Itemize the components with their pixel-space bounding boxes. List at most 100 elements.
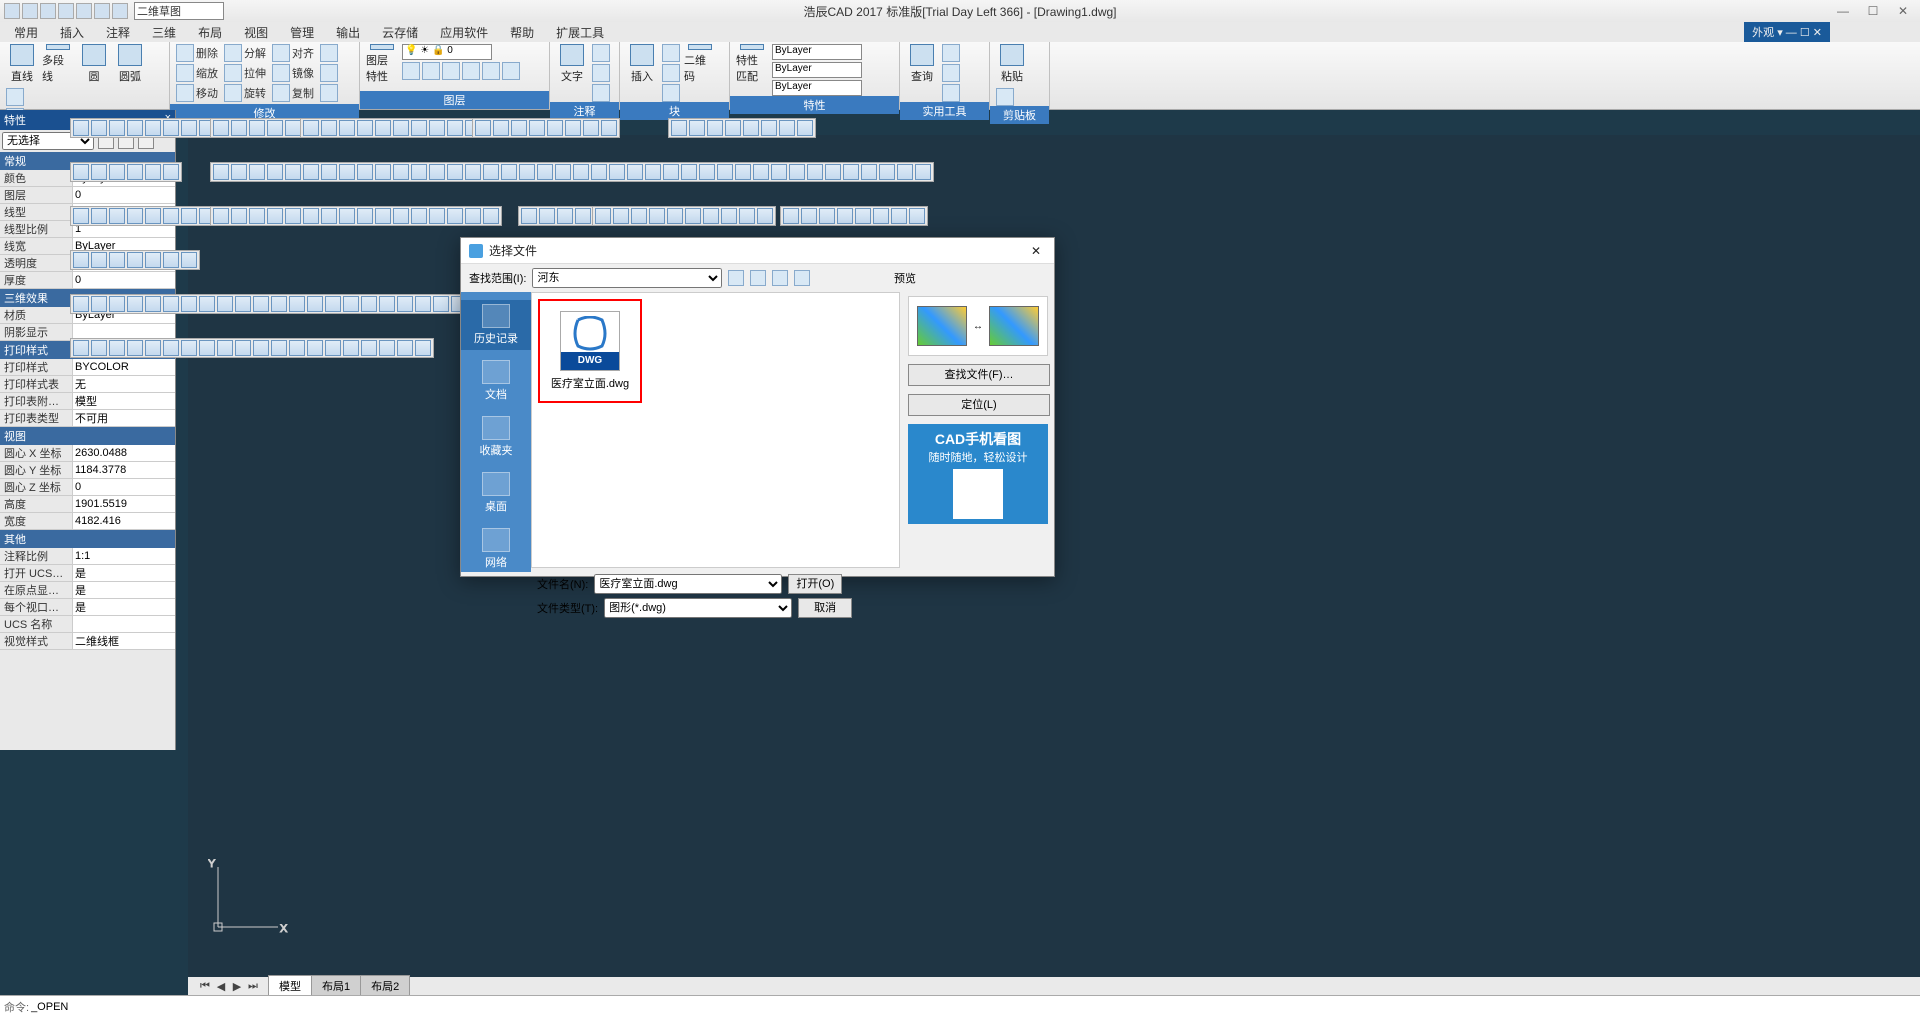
cancel-button[interactable]: 取消 [798, 598, 852, 618]
menu-item[interactable]: 常用 [6, 24, 46, 41]
toolbar-icon[interactable] [761, 120, 777, 136]
lineweight-dropdown[interactable]: ByLayer [772, 80, 862, 96]
menu-item[interactable]: 视图 [236, 24, 276, 41]
toolbar-icon[interactable] [627, 164, 643, 180]
layout-tab[interactable]: 布局2 [360, 975, 410, 997]
toolbar-icon[interactable] [303, 164, 319, 180]
toolbar-icon[interactable] [213, 164, 229, 180]
floating-toolbar[interactable] [70, 338, 434, 358]
toolbar-icon[interactable] [109, 120, 125, 136]
workspace-dropdown[interactable]: 二维草图 [134, 2, 224, 20]
property-value[interactable] [72, 616, 175, 632]
toolbar-icon[interactable] [393, 120, 409, 136]
toolbar-icon[interactable] [663, 164, 679, 180]
property-value[interactable]: 二维线框 [72, 633, 175, 649]
toolbar-icon[interactable] [199, 340, 215, 356]
toolbar-icon[interactable] [271, 340, 287, 356]
menu-item[interactable]: 输出 [328, 24, 368, 41]
query-button[interactable]: 查询 [906, 44, 938, 84]
insert-button[interactable]: 插入 [626, 44, 658, 84]
view-icon[interactable] [794, 270, 810, 286]
toolbar-icon[interactable] [429, 164, 445, 180]
toolbar-icon[interactable] [231, 208, 247, 224]
toolbar-icon[interactable] [163, 164, 179, 180]
toolbar-icon[interactable] [145, 296, 161, 312]
command-input[interactable]: _OPEN [31, 1001, 68, 1013]
linetype-dropdown[interactable]: ByLayer [772, 62, 862, 78]
toolbar-icon[interactable] [519, 164, 535, 180]
property-value[interactable]: 无 [72, 376, 175, 392]
toolbar-icon[interactable] [547, 120, 563, 136]
toolbar-icon[interactable] [645, 164, 661, 180]
property-value[interactable]: 不可用 [72, 410, 175, 426]
toolbar-icon[interactable] [181, 340, 197, 356]
toolbar-icon[interactable] [493, 120, 509, 136]
close-icon[interactable]: ✕ [1890, 4, 1916, 18]
toolbar-icon[interactable] [837, 208, 853, 224]
toolbar-icon[interactable] [267, 164, 283, 180]
toolbar-icon[interactable] [819, 208, 835, 224]
toolbar-icon[interactable] [483, 208, 499, 224]
toolbar-icon[interactable] [231, 164, 247, 180]
color-dropdown[interactable]: ByLayer [772, 44, 862, 60]
floating-toolbar[interactable] [210, 206, 502, 226]
property-value[interactable]: 0 [72, 272, 175, 288]
toolbar-icon[interactable] [163, 120, 179, 136]
ad-banner[interactable]: CAD手机看图 随时随地，轻松设计 [908, 424, 1048, 524]
toolbar-icon[interactable] [91, 208, 107, 224]
toolbar-icon[interactable] [127, 164, 143, 180]
toolbar-icon[interactable] [109, 252, 125, 268]
property-value[interactable]: 4182.416 [72, 513, 175, 529]
toolbar-icon[interactable] [609, 164, 625, 180]
toolbar-icon[interactable] [501, 164, 517, 180]
floating-toolbar[interactable] [70, 162, 182, 182]
property-section-header[interactable]: 其他 [0, 530, 175, 548]
toolbar-icon[interactable] [145, 252, 161, 268]
toolbar-icon[interactable] [601, 120, 617, 136]
sidebar-network[interactable]: 网络 [461, 524, 531, 574]
toolbar-icon[interactable] [555, 164, 571, 180]
toolbar-icon[interactable] [127, 120, 143, 136]
toolbar-icon[interactable] [145, 120, 161, 136]
toolbar-icon[interactable] [671, 120, 687, 136]
property-value[interactable]: 2630.0488 [72, 445, 175, 461]
toolbar-icon[interactable] [375, 164, 391, 180]
menu-item[interactable]: 管理 [282, 24, 322, 41]
toolbar-icon[interactable] [707, 120, 723, 136]
sidebar-documents[interactable]: 文档 [461, 356, 531, 406]
floating-toolbar[interactable] [300, 118, 484, 138]
toolbar-icon[interactable] [73, 164, 89, 180]
toolbar-icon[interactable] [361, 296, 377, 312]
toolbar-icon[interactable] [379, 340, 395, 356]
toolbar-icon[interactable] [235, 340, 251, 356]
explode-icon[interactable] [224, 44, 242, 62]
toolbar-icon[interactable] [879, 164, 895, 180]
minimize-icon[interactable]: — [1830, 4, 1856, 18]
property-value[interactable]: 1:1 [72, 548, 175, 564]
toolbar-icon[interactable] [909, 208, 925, 224]
toolbar-icon[interactable] [271, 296, 287, 312]
command-line[interactable]: 命令: _OPEN [0, 995, 1920, 1017]
toolbar-icon[interactable] [681, 164, 697, 180]
toolbar-icon[interactable] [231, 120, 247, 136]
toolbar-icon[interactable] [73, 296, 89, 312]
property-section-header[interactable]: 视图 [0, 427, 175, 445]
toolbar-icon[interactable] [649, 208, 665, 224]
toolbar-icon[interactable] [357, 208, 373, 224]
toolbar-icon[interactable] [199, 296, 215, 312]
toolbar-icon[interactable] [91, 120, 107, 136]
floating-toolbar[interactable] [592, 206, 776, 226]
toolbar-icon[interactable] [253, 296, 269, 312]
toolbar-icon[interactable] [181, 120, 197, 136]
maximize-icon[interactable]: ☐ [1860, 4, 1886, 18]
floating-toolbar[interactable] [210, 162, 934, 182]
menu-item[interactable]: 应用软件 [432, 24, 496, 41]
toolbar-icon[interactable] [325, 340, 341, 356]
toolbar-icon[interactable] [429, 120, 445, 136]
toolbar-icon[interactable] [725, 120, 741, 136]
toolbar-icon[interactable] [511, 120, 527, 136]
floating-toolbar[interactable] [518, 206, 594, 226]
toolbar-icon[interactable] [411, 120, 427, 136]
qat-icon[interactable] [112, 3, 128, 19]
scale-icon[interactable] [176, 64, 194, 82]
